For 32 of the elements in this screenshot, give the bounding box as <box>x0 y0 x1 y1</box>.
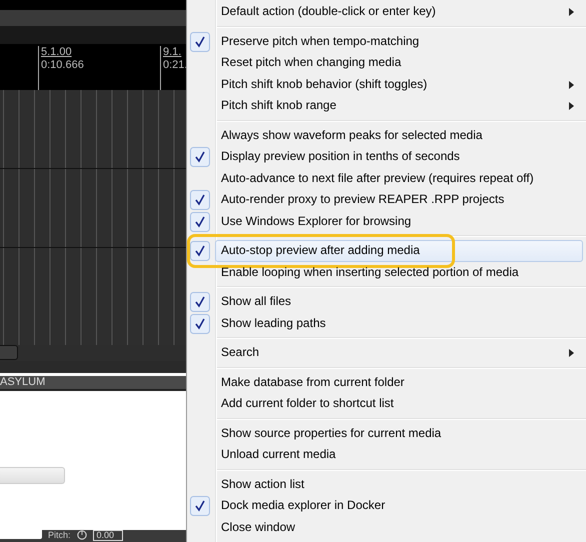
time-label: 0:10.666 <box>41 59 84 72</box>
menu-item[interactable]: Dock media explorer in Docker <box>215 495 583 516</box>
menu-item[interactable]: Use Windows Explorer for browsing <box>215 210 583 232</box>
menu-item[interactable]: Show leading paths <box>215 312 583 334</box>
panel-title: ASYLUM <box>0 376 186 391</box>
menu-item[interactable]: Unload current media <box>215 444 583 466</box>
menu-item[interactable]: Show source properties for current media <box>215 422 583 444</box>
pitch-label: Pitch: <box>48 530 71 540</box>
menu-item[interactable]: Auto-advance to next file after preview (requires repeat off) <box>215 168 583 189</box>
menu-item[interactable]: Preserve pitch when tempo-matching <box>215 30 583 52</box>
menu-item[interactable]: Show all files <box>215 291 583 312</box>
bar-label: 9.1. <box>163 46 182 59</box>
input-field[interactable] <box>0 530 42 539</box>
menu-item[interactable]: Enable looping when inserting selected portion of media <box>215 262 583 283</box>
scrollbar-thumb[interactable] <box>0 345 18 360</box>
menu-item[interactable]: Search <box>215 342 583 364</box>
menu-item[interactable]: Reset pitch when changing media <box>215 52 583 74</box>
menu-item[interactable]: Show action list <box>215 474 583 495</box>
menu-item[interactable]: Default action (double-click or enter key) <box>215 1 583 22</box>
menu-item[interactable]: Display preview position in tenths of seconds <box>215 146 583 168</box>
menu-item[interactable]: Pitch shift knob behavior (shift toggles) <box>215 74 583 95</box>
menu-item[interactable]: Always show waveform peaks for selected media <box>215 124 583 146</box>
menu-item[interactable]: Make database from current folder <box>215 372 583 393</box>
menu-item[interactable]: Auto-render proxy to preview REAPER .RPP projects <box>215 189 583 210</box>
panel-button[interactable] <box>0 467 65 484</box>
bar-label: 5.1.00 <box>41 46 73 59</box>
pitch-field[interactable]: 0.00 <box>92 530 124 541</box>
menu-item[interactable]: Close window <box>215 516 583 538</box>
knob-icon[interactable] <box>76 530 87 540</box>
menu-item[interactable]: Pitch shift knob range <box>215 95 583 116</box>
menu-item[interactable]: Add current folder to shortcut list <box>215 393 583 414</box>
menu-item[interactable]: Auto-stop preview after adding media <box>215 240 583 262</box>
